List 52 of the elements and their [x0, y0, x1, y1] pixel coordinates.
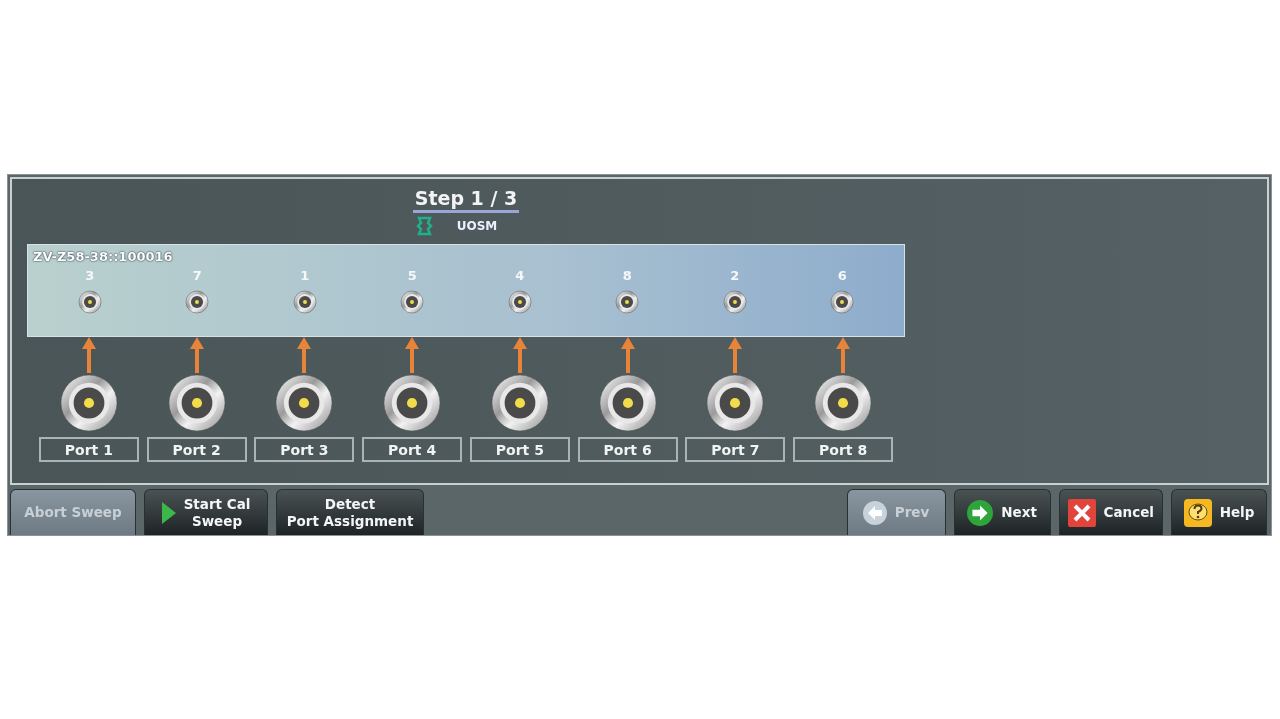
cal-port-number: 6	[837, 268, 847, 283]
small-connector-icon	[291, 289, 318, 315]
small-connector-icon	[76, 289, 103, 315]
toolbar-button[interactable]: Detect Port Assignment	[276, 489, 424, 535]
help-icon	[1183, 498, 1212, 527]
arrow-icon	[836, 337, 851, 373]
step-title: Step 1 / 3	[412, 187, 520, 213]
cal-port-number: 8	[622, 268, 632, 283]
port-connector-icon	[274, 373, 335, 433]
cal-port-number: 1	[300, 268, 310, 283]
arrow-icon	[512, 337, 527, 373]
arrow-icon	[620, 337, 635, 373]
arrow-icon	[81, 337, 96, 373]
arrow-icon	[728, 337, 743, 373]
cal-kit-label: UOSM	[456, 219, 498, 233]
port-connector-icon	[382, 373, 443, 433]
close-icon	[1067, 498, 1096, 527]
connector-outline-icon	[414, 216, 435, 236]
port-connector-icon	[166, 373, 227, 433]
arrow-icon	[405, 337, 420, 373]
port-label: Port 5	[469, 437, 570, 462]
port-label: Port 8	[793, 437, 894, 462]
port-connector-icon	[58, 373, 119, 433]
port-connector-icon	[813, 373, 874, 433]
cal-port-number: 7	[192, 268, 202, 283]
port-label: Port 6	[577, 437, 678, 462]
small-connector-icon	[399, 289, 426, 315]
port-connector-icon	[489, 373, 550, 433]
port-label: Port 1	[38, 437, 139, 462]
toolbar-button[interactable]: Start Cal Sweep	[144, 489, 268, 535]
cal-port-number: 3	[85, 268, 95, 283]
small-connector-icon	[184, 289, 211, 315]
cal-unit-name: ZV-Z58-38::100016	[33, 249, 173, 264]
small-connector-icon	[614, 289, 641, 315]
port-label: Port 4	[362, 437, 463, 462]
cal-port-number: 2	[730, 268, 740, 283]
toolbar-button[interactable]: Next	[953, 489, 1051, 535]
port-label: Port 7	[685, 437, 786, 462]
small-connector-icon	[829, 289, 856, 315]
arrow-icon	[297, 337, 312, 373]
toolbar-button[interactable]: Help	[1171, 489, 1267, 535]
port-label: Port 2	[146, 437, 247, 462]
small-connector-icon	[721, 289, 748, 315]
cal-port-number: 4	[515, 268, 525, 283]
play-icon	[161, 501, 176, 524]
port-connector-icon	[597, 373, 658, 433]
small-connector-icon	[506, 289, 533, 315]
toolbar-button[interactable]: Cancel	[1058, 489, 1163, 535]
port-label: Port 3	[254, 437, 355, 462]
cal-port-number: 5	[407, 268, 417, 283]
port-connector-icon	[705, 373, 766, 433]
arrow-icon	[189, 337, 204, 373]
